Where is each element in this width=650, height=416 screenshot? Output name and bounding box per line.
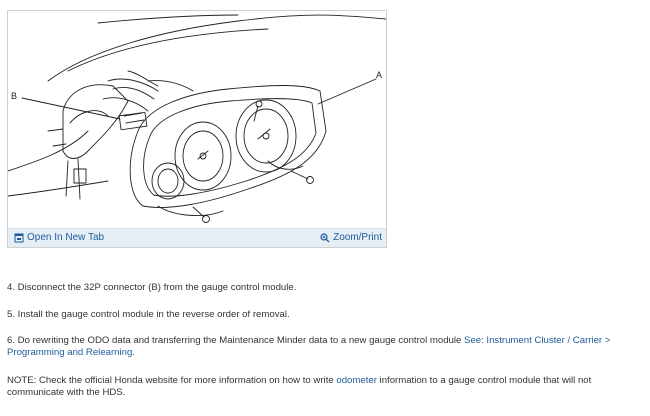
note-text-start: NOTE: Check the official Honda website f… — [7, 375, 337, 386]
instrument-cluster-illustration — [8, 14, 386, 223]
zoom-print-link[interactable]: Zoom/Print — [320, 232, 382, 243]
note-paragraph: NOTE: Check the official Honda website f… — [7, 375, 645, 399]
open-in-new-tab-label: Open In New Tab — [27, 232, 105, 243]
step-6-paragraph: 6. Do rewriting the ODO data and transfe… — [7, 335, 637, 359]
open-in-new-tab-link[interactable]: Open In New Tab — [14, 232, 104, 243]
step-6-period: . — [132, 347, 135, 358]
callout-b-label: B — [11, 91, 18, 101]
zoom-print-label: Zoom/Print — [333, 232, 382, 243]
step-6-text: 6. Do rewriting the ODO data and transfe… — [7, 335, 465, 346]
step-5-text: 5. Install the gauge control module in t… — [7, 309, 290, 320]
instrument-cluster-figure: A B Open In New Tab Zoom/Print — [7, 10, 387, 248]
open-new-tab-icon — [14, 233, 24, 242]
callout-a-label: A — [376, 70, 383, 80]
odometer-link[interactable]: odometer — [336, 375, 377, 386]
figure-toolbar: Open In New Tab Zoom/Print — [8, 228, 386, 247]
magnifier-zoom-icon — [320, 232, 330, 242]
step-4-text: 4. Disconnect the 32P connector (B) from… — [7, 282, 297, 293]
